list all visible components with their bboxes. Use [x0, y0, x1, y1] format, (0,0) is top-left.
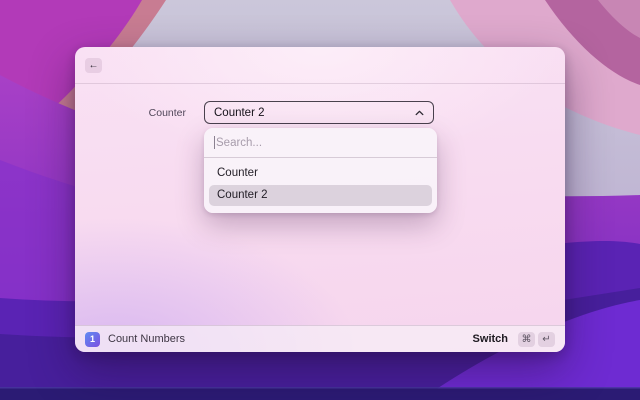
counter-select-value: Counter 2 — [214, 106, 265, 119]
counter-field-label: Counter — [148, 106, 186, 119]
window-header: ← — [75, 47, 565, 84]
command-name: Count Numbers — [108, 333, 186, 345]
extension-icon-text: 1 — [89, 334, 95, 344]
dropdown-option-list: Counter Counter 2 — [204, 158, 437, 213]
footer-right: Switch ⌘ ↵ — [473, 331, 555, 347]
extension-icon: 1 — [85, 331, 100, 347]
arrow-left-icon: ← — [88, 60, 99, 71]
counter-dropdown: Search... Counter Counter 2 — [204, 128, 437, 213]
return-key-icon: ↵ — [538, 331, 555, 347]
search-input[interactable]: Search... — [204, 128, 437, 157]
dropdown-option-counter-2[interactable]: Counter 2 — [209, 185, 432, 206]
primary-action-label[interactable]: Switch — [473, 333, 508, 345]
back-button[interactable]: ← — [85, 58, 102, 73]
dropdown-option-counter[interactable]: Counter — [209, 163, 432, 184]
app-window: ← Counter Counter 2 Search... Counter Co… — [75, 47, 565, 352]
counter-form-row: Counter Counter 2 — [75, 101, 565, 124]
chevron-up-icon — [415, 110, 424, 115]
window-footer: 1 Count Numbers Switch ⌘ ↵ — [75, 325, 565, 352]
command-key-icon: ⌘ — [518, 331, 535, 347]
footer-left: 1 Count Numbers — [85, 331, 186, 347]
text-cursor — [214, 136, 215, 149]
search-placeholder: Search... — [216, 136, 263, 149]
counter-select[interactable]: Counter 2 — [204, 101, 434, 124]
